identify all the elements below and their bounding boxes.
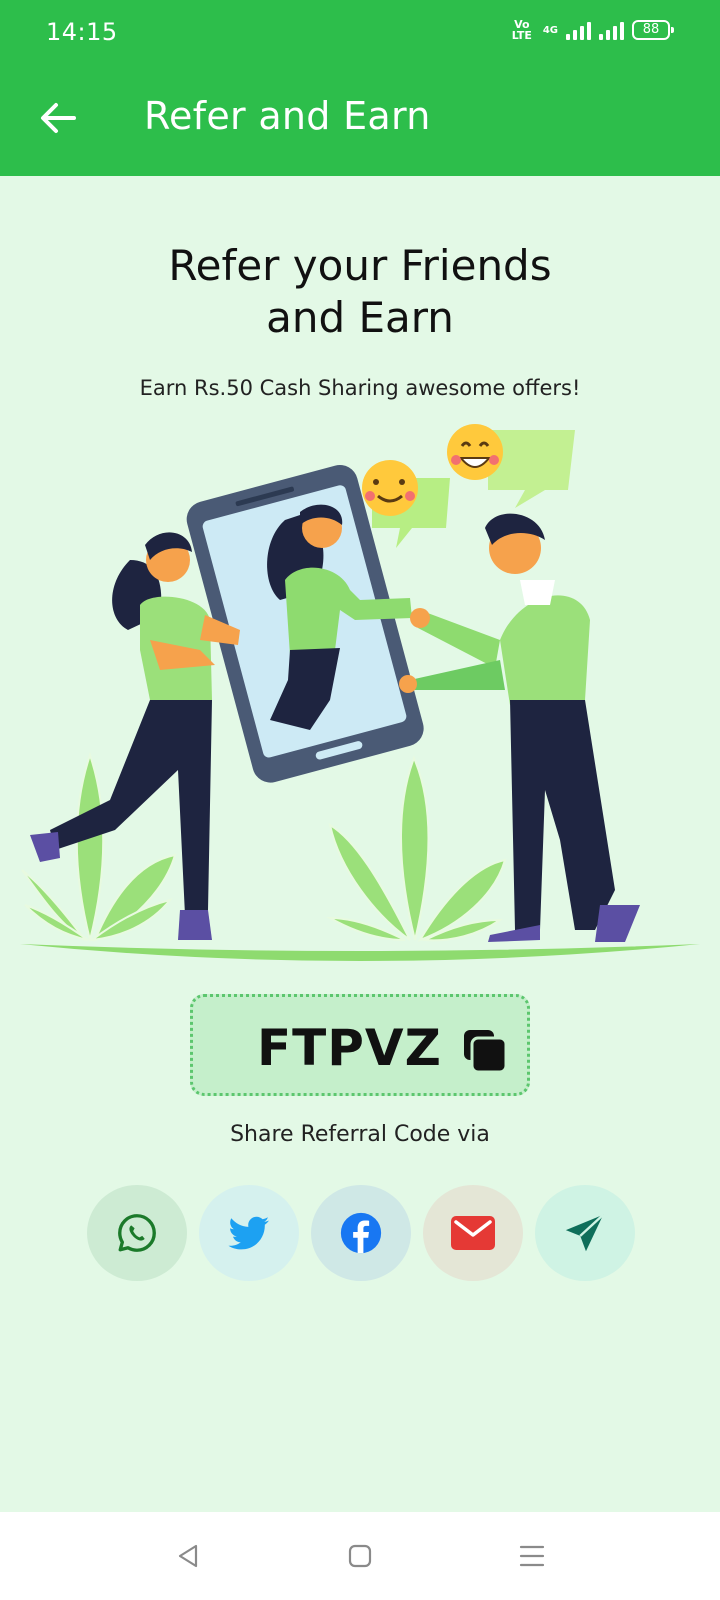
triangle-back-icon xyxy=(178,1544,198,1568)
share-more-button[interactable] xyxy=(535,1185,635,1281)
battery-icon: 88 xyxy=(632,20,674,40)
nav-back-button[interactable] xyxy=(168,1540,208,1572)
copy-button[interactable] xyxy=(461,1027,509,1075)
nav-menu-button[interactable] xyxy=(512,1540,552,1572)
headline-line-2: and Earn xyxy=(266,293,454,342)
signal-icon xyxy=(566,20,591,40)
share-label: Share Referral Code via xyxy=(230,1122,490,1147)
send-icon xyxy=(565,1213,605,1252)
status-icons: Vo LTE 4G 88 xyxy=(509,18,674,42)
square-home-icon xyxy=(348,1544,372,1568)
share-email-button[interactable] xyxy=(423,1185,523,1281)
share-twitter-button[interactable] xyxy=(199,1185,299,1281)
hero-subtitle: Earn Rs.50 Cash Sharing awesome offers! xyxy=(139,376,581,400)
twitter-icon xyxy=(228,1216,269,1250)
referral-code: FTPVZ xyxy=(257,1019,442,1077)
volte-indicator: Vo LTE xyxy=(511,18,532,42)
share-whatsapp-button[interactable] xyxy=(87,1185,187,1281)
arrow-left-icon xyxy=(41,103,76,133)
nav-home-button[interactable] xyxy=(340,1540,380,1572)
mail-icon xyxy=(451,1216,495,1250)
copy-icon xyxy=(464,1030,508,1074)
network-type: 4G xyxy=(542,24,558,36)
menu-icon xyxy=(519,1545,545,1567)
app-bar: Refer and Earn xyxy=(0,64,720,176)
referral-code-box: FTPVZ xyxy=(190,994,530,1096)
page-title: Refer and Earn xyxy=(144,94,431,138)
share-facebook-button[interactable] xyxy=(311,1185,411,1281)
hero-headline: Refer your Friends and Earn xyxy=(0,240,720,344)
share-options xyxy=(87,1185,641,1285)
status-bar: 14:15 Vo LTE 4G 88 xyxy=(0,0,720,64)
whatsapp-icon xyxy=(118,1214,156,1252)
system-nav-bar xyxy=(0,1512,720,1600)
back-button[interactable] xyxy=(30,90,86,146)
facebook-icon xyxy=(340,1212,382,1254)
refer-friends-illustration xyxy=(20,424,700,961)
signal-icon xyxy=(599,20,624,40)
headline-line-1: Refer your Friends xyxy=(168,241,552,290)
status-time: 14:15 xyxy=(46,18,118,46)
